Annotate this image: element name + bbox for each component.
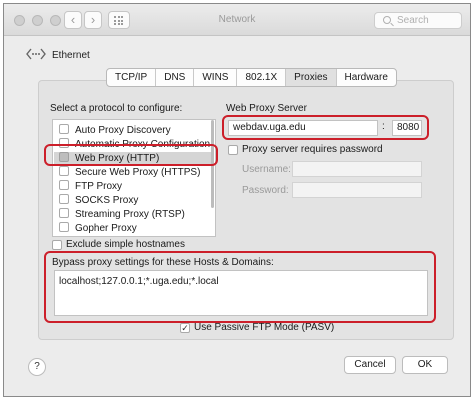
protocol-item-gopher-proxy[interactable]: Gopher Proxy xyxy=(59,222,137,235)
tab-hardware[interactable]: Hardware xyxy=(337,69,396,86)
tab-dns[interactable]: DNS xyxy=(156,69,195,86)
help-button[interactable]: ? xyxy=(28,358,46,376)
protocol-checkbox[interactable] xyxy=(59,208,69,218)
ethernet-icon xyxy=(26,48,46,60)
username-input[interactable] xyxy=(292,161,422,177)
protocol-list[interactable]: Auto Proxy Discovery Automatic Proxy Con… xyxy=(52,119,216,237)
tab-bar: TCP/IP DNS WINS 802.1X Proxies Hardware xyxy=(106,68,397,87)
checkmark-icon: ✓ xyxy=(181,323,189,333)
protocol-item-web-proxy[interactable]: Web Proxy (HTTP) xyxy=(54,152,214,165)
proxy-server-input[interactable]: webdav.uga.edu xyxy=(228,120,378,136)
protocol-checkbox[interactable] xyxy=(59,124,69,134)
password-input[interactable] xyxy=(292,182,422,198)
protocol-item-ftp-proxy[interactable]: FTP Proxy xyxy=(59,180,122,193)
web-proxy-server-heading: Web Proxy Server xyxy=(226,103,307,114)
cancel-button[interactable]: Cancel xyxy=(344,356,396,374)
ok-button[interactable]: OK xyxy=(402,356,448,374)
search-field[interactable]: Search xyxy=(374,12,462,29)
protocol-checkbox[interactable] xyxy=(59,138,69,148)
requires-password-checkbox[interactable] xyxy=(228,145,238,155)
protocol-checkbox[interactable] xyxy=(59,166,69,176)
password-label: Password: xyxy=(242,185,289,196)
title-bar: ‹ › Network Search xyxy=(4,4,470,36)
help-icon: ? xyxy=(34,361,40,372)
tab-8021x[interactable]: 802.1X xyxy=(237,69,287,86)
protocol-list-scrollbar[interactable] xyxy=(211,120,214,208)
exclude-simple-checkbox[interactable] xyxy=(52,240,62,250)
protocols-heading: Select a protocol to configure: xyxy=(50,103,183,114)
network-window: ‹ › Network Search Ethernet TCP/IP DNS W… xyxy=(3,3,471,397)
tab-wins[interactable]: WINS xyxy=(194,69,238,86)
username-label: Username: xyxy=(242,164,291,175)
protocol-item-auto-config[interactable]: Automatic Proxy Configuration xyxy=(59,138,210,151)
tab-proxies[interactable]: Proxies xyxy=(286,69,337,86)
bypass-hosts-textarea[interactable]: localhost;127.0.0.1;*.uga.edu;*.local xyxy=(54,270,428,316)
protocol-checkbox[interactable] xyxy=(59,222,69,232)
search-icon xyxy=(383,16,391,24)
passive-ftp-checkbox[interactable]: ✓ xyxy=(180,323,190,333)
exclude-simple-label: Exclude simple hostnames xyxy=(66,239,185,250)
connection-name: Ethernet xyxy=(52,50,90,61)
search-placeholder: Search xyxy=(397,15,429,26)
protocol-item-streaming-proxy[interactable]: Streaming Proxy (RTSP) xyxy=(59,208,185,221)
tab-tcpip[interactable]: TCP/IP xyxy=(107,69,157,86)
requires-password-label: Proxy server requires password xyxy=(242,144,383,155)
protocol-checkbox[interactable] xyxy=(59,194,69,204)
port-separator: : xyxy=(382,121,385,132)
protocol-item-socks-proxy[interactable]: SOCKS Proxy xyxy=(59,194,138,207)
bypass-label: Bypass proxy settings for these Hosts & … xyxy=(52,257,274,268)
protocol-item-auto-discovery[interactable]: Auto Proxy Discovery xyxy=(59,124,171,137)
passive-ftp-label: Use Passive FTP Mode (PASV) xyxy=(194,322,335,333)
protocol-checkbox[interactable] xyxy=(59,152,69,162)
protocol-checkbox[interactable] xyxy=(59,180,69,190)
proxy-port-input[interactable]: 8080 xyxy=(392,120,422,136)
protocol-item-secure-web-proxy[interactable]: Secure Web Proxy (HTTPS) xyxy=(59,166,200,179)
